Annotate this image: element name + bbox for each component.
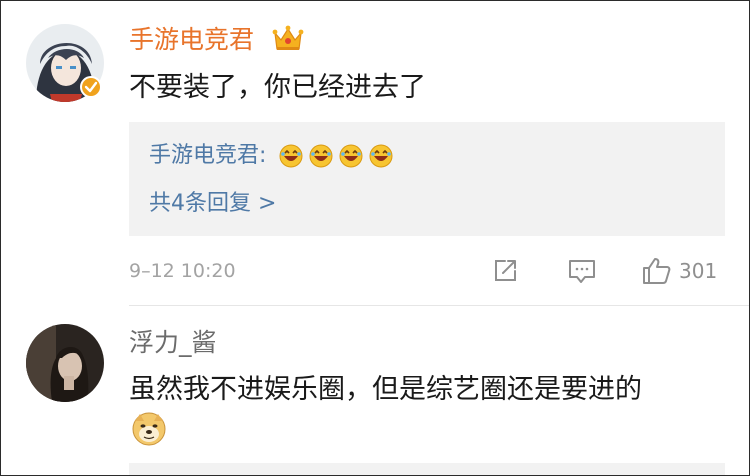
avatar[interactable] — [26, 324, 104, 402]
laughing-emoji — [339, 144, 363, 168]
comment-username[interactable]: 浮力_酱 — [129, 328, 217, 358]
thumbs-up-icon — [643, 258, 671, 284]
comment-list: 手游电竞君 不要装了，你已经进去了 手游电竞君: 共4条回复 > 9–12 10… — [0, 0, 750, 476]
laughing-emoji — [369, 144, 393, 168]
verified-check-icon — [84, 81, 98, 93]
crown-icon — [272, 23, 304, 57]
reply-preview-line: 手游电竞君: — [149, 142, 393, 170]
doge-emoji — [131, 411, 167, 451]
laughing-emoji — [309, 144, 333, 168]
reply-author[interactable]: 手游电竞君: — [149, 143, 266, 168]
reply-emoji-row — [279, 144, 393, 168]
like-count: 301 — [679, 259, 718, 283]
comment-timestamp: 9–12 10:20 — [129, 260, 236, 282]
comment-icon[interactable] — [567, 257, 597, 289]
comment-text: 不要装了，你已经进去了 — [129, 72, 426, 103]
verified-badge — [80, 76, 102, 98]
comment-text: 虽然我不进娱乐圈，但是综艺圈还是要进的 — [129, 374, 642, 405]
more-replies-link[interactable]: 共4条回复 > — [149, 190, 276, 218]
comment-username[interactable]: 手游电竞君 — [129, 25, 254, 55]
like-button[interactable]: 301 — [641, 256, 717, 286]
share-icon[interactable] — [491, 257, 519, 289]
comment-divider — [129, 305, 749, 306]
laughing-emoji — [279, 144, 303, 168]
next-reply-box — [129, 463, 725, 475]
reply-preview-box[interactable]: 手游电竞君: 共4条回复 > — [129, 122, 725, 236]
